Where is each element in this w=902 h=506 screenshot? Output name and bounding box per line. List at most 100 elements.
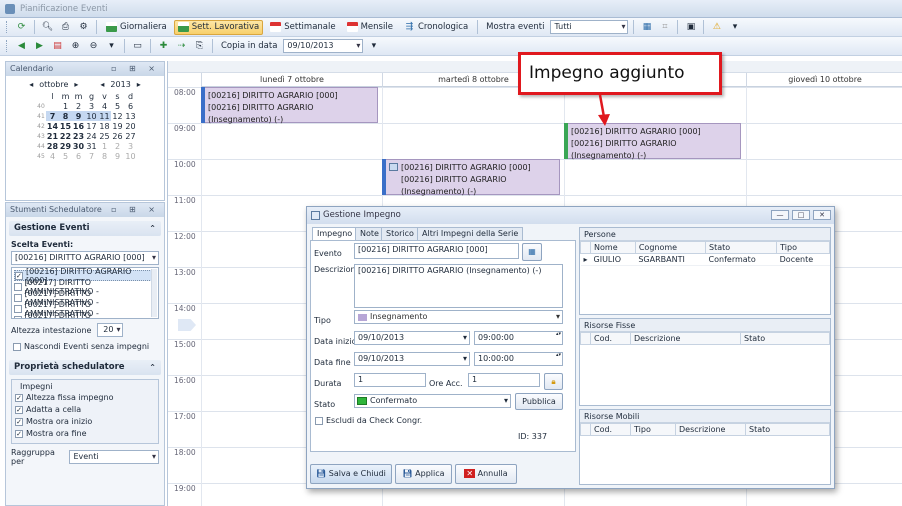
maximize-icon[interactable]: □: [792, 210, 810, 220]
option-checkbox[interactable]: ✓ Altezza fissa impegno: [15, 392, 155, 403]
nascondi-checkbox[interactable]: Nascondi Eventi senza impegni: [13, 341, 157, 352]
calendar-day[interactable]: 29: [59, 141, 72, 151]
ora-inizio-field[interactable]: 09:00:00: [474, 331, 563, 345]
view-mensile-button[interactable]: Mensile: [343, 20, 397, 35]
calendar-day[interactable]: 10: [85, 111, 98, 121]
warning-icon[interactable]: ⚠: [709, 20, 724, 34]
settings-icon[interactable]: ⚙: [76, 20, 91, 34]
refresh-icon[interactable]: ⟳: [14, 20, 29, 34]
calendar-day[interactable]: 27: [124, 131, 137, 141]
tab-note[interactable]: Note: [355, 227, 384, 240]
calendar-day[interactable]: 14: [46, 121, 59, 131]
prev-arrow-icon[interactable]: ◀: [14, 39, 29, 53]
evento-field[interactable]: [00216] DIRITTO AGRARIO [000]: [354, 243, 519, 259]
calendar-day[interactable]: 5: [59, 151, 72, 161]
option-checkbox[interactable]: ✓ Mostra ora inizio: [15, 416, 155, 427]
move-event-icon[interactable]: ⇢: [174, 39, 189, 53]
window-icon[interactable]: ▣: [683, 20, 698, 34]
gestione-eventi-section[interactable]: Gestione Eventi: [9, 221, 161, 236]
descrizione-field[interactable]: [00216] DIRITTO AGRARIO (Insegnamento) (…: [354, 264, 563, 308]
overflow-chevron-icon[interactable]: ▾: [727, 20, 742, 34]
salva-chiudi-button[interactable]: 💾︎ Salva e Chiudi: [310, 464, 392, 484]
calendar-day[interactable]: 2: [111, 141, 124, 151]
calendar-day[interactable]: 22: [59, 131, 72, 141]
calendar-day[interactable]: 4: [98, 101, 111, 111]
calendar-day[interactable]: 26: [111, 131, 124, 141]
minimize-icon[interactable]: —: [771, 210, 789, 220]
grid-icon[interactable]: ⌗: [657, 20, 672, 34]
panel-controls[interactable]: ▫ ⊞ ×: [111, 62, 160, 76]
today-icon[interactable]: ▤: [50, 39, 65, 53]
calendar-day[interactable]: 2: [72, 101, 85, 111]
calendar-day[interactable]: 10: [124, 151, 137, 161]
calendar-day[interactable]: 28: [46, 141, 59, 151]
calendar-day[interactable]: 7: [46, 111, 59, 121]
lock-button[interactable]: 🔒︎: [544, 373, 563, 390]
calendar-day[interactable]: 12: [111, 111, 124, 121]
calendar-icon[interactable]: ▦: [639, 20, 654, 34]
annulla-button[interactable]: ✕ Annulla: [455, 464, 517, 484]
calendar-day[interactable]: 7: [85, 151, 98, 161]
tab-impegno[interactable]: Impegno: [312, 227, 358, 241]
copy-event-icon[interactable]: ⎘: [192, 39, 207, 53]
view-cronologica-button[interactable]: ⇶ Cronologica: [400, 20, 472, 35]
list-item[interactable]: [00217] DIRITTO AMMINISTRATIVO -: [14, 311, 156, 318]
appointment-tue[interactable]: [00216] DIRITTO AGRARIO [000] [00216] DIR…: [382, 159, 560, 196]
evento-lookup-button[interactable]: ▦: [522, 243, 542, 261]
ora-fine-field[interactable]: 10:00:00: [474, 352, 563, 366]
ore-acc-field[interactable]: 1: [468, 373, 540, 387]
calendar-month[interactable]: ottobre: [39, 80, 68, 89]
print-icon[interactable]: ⎙: [58, 20, 73, 34]
calendar-day[interactable]: [46, 101, 59, 111]
altezza-stepper[interactable]: 20: [97, 323, 124, 337]
day-header-thu[interactable]: giovedì 10 ottobre: [746, 73, 902, 87]
search-icon[interactable]: 🔍︎: [40, 20, 55, 34]
appointment-mon[interactable]: [00216] DIRITTO AGRARIO [000] [00216] DIR…: [201, 87, 378, 124]
panel-controls[interactable]: ▫ ⊞ ×: [111, 203, 160, 217]
prev-year-icon[interactable]: ◂: [100, 80, 104, 89]
zoom-out-icon[interactable]: ⊖: [86, 39, 101, 53]
tab-altri-impegni[interactable]: Altri Impegni della Serie: [417, 227, 524, 240]
calendar-day[interactable]: 11: [98, 111, 111, 121]
next-year-icon[interactable]: ▸: [137, 80, 141, 89]
calendar-day[interactable]: 1: [98, 141, 111, 151]
calendar-day[interactable]: 5: [111, 101, 124, 111]
zoom-in-icon[interactable]: ⊕: [68, 39, 83, 53]
calendar-day[interactable]: 13: [124, 111, 137, 121]
stato-select[interactable]: Confermato: [354, 394, 511, 408]
view-settimanale-button[interactable]: Settimanale: [266, 20, 339, 35]
data-fine-picker[interactable]: 09/10/2013: [354, 352, 470, 366]
calendar-day[interactable]: 17: [85, 121, 98, 131]
calendar-day[interactable]: 21: [46, 131, 59, 141]
option-checkbox[interactable]: ✓ Adatta a cella: [15, 404, 155, 415]
calendar-year[interactable]: 2013: [110, 80, 130, 89]
tipo-select[interactable]: Insegnamento: [354, 310, 563, 324]
appointment-wed-added[interactable]: [00216] DIRITTO AGRARIO [000] [00216] DIR…: [564, 123, 741, 160]
calendar-day[interactable]: 9: [72, 111, 85, 121]
proprieta-section[interactable]: Proprietà schedulatore: [9, 360, 161, 375]
scelta-eventi-select[interactable]: [00216] DIRITTO AGRARIO [000]: [11, 251, 159, 265]
add-event-icon[interactable]: ✚: [156, 39, 171, 53]
durata-field[interactable]: 1: [354, 373, 426, 387]
next-arrow-icon[interactable]: ▶: [32, 39, 47, 53]
raggruppa-select[interactable]: Eventi: [69, 450, 159, 464]
day-header-mon[interactable]: lunedì 7 ottobre: [201, 73, 382, 87]
calendar-day[interactable]: 18: [98, 121, 111, 131]
calendar-day[interactable]: 8: [98, 151, 111, 161]
calendar-day[interactable]: 19: [111, 121, 124, 131]
calendar-day[interactable]: 3: [85, 101, 98, 111]
next-month-icon[interactable]: ▸: [74, 80, 78, 89]
escludi-checkbox[interactable]: Escludi da Check Congr.: [315, 415, 422, 426]
table-row[interactable]: ▸ GIULIO SGARBANTI Confermato Docente: [580, 253, 830, 266]
applica-button[interactable]: 💾︎ Applica: [395, 464, 452, 484]
list-scrollbar[interactable]: [151, 269, 157, 317]
copia-chevron-icon[interactable]: ▾: [366, 39, 381, 53]
calendar-day[interactable]: 30: [72, 141, 85, 151]
copia-data-picker[interactable]: 09/10/2013: [283, 39, 364, 53]
calendar-day[interactable]: 1: [59, 101, 72, 111]
data-inizio-picker[interactable]: 09/10/2013: [354, 331, 470, 345]
calendar-day[interactable]: 9: [111, 151, 124, 161]
calendar-day[interactable]: 31: [85, 141, 98, 151]
calendar-day[interactable]: 24: [85, 131, 98, 141]
close-icon[interactable]: ✕: [813, 210, 831, 220]
